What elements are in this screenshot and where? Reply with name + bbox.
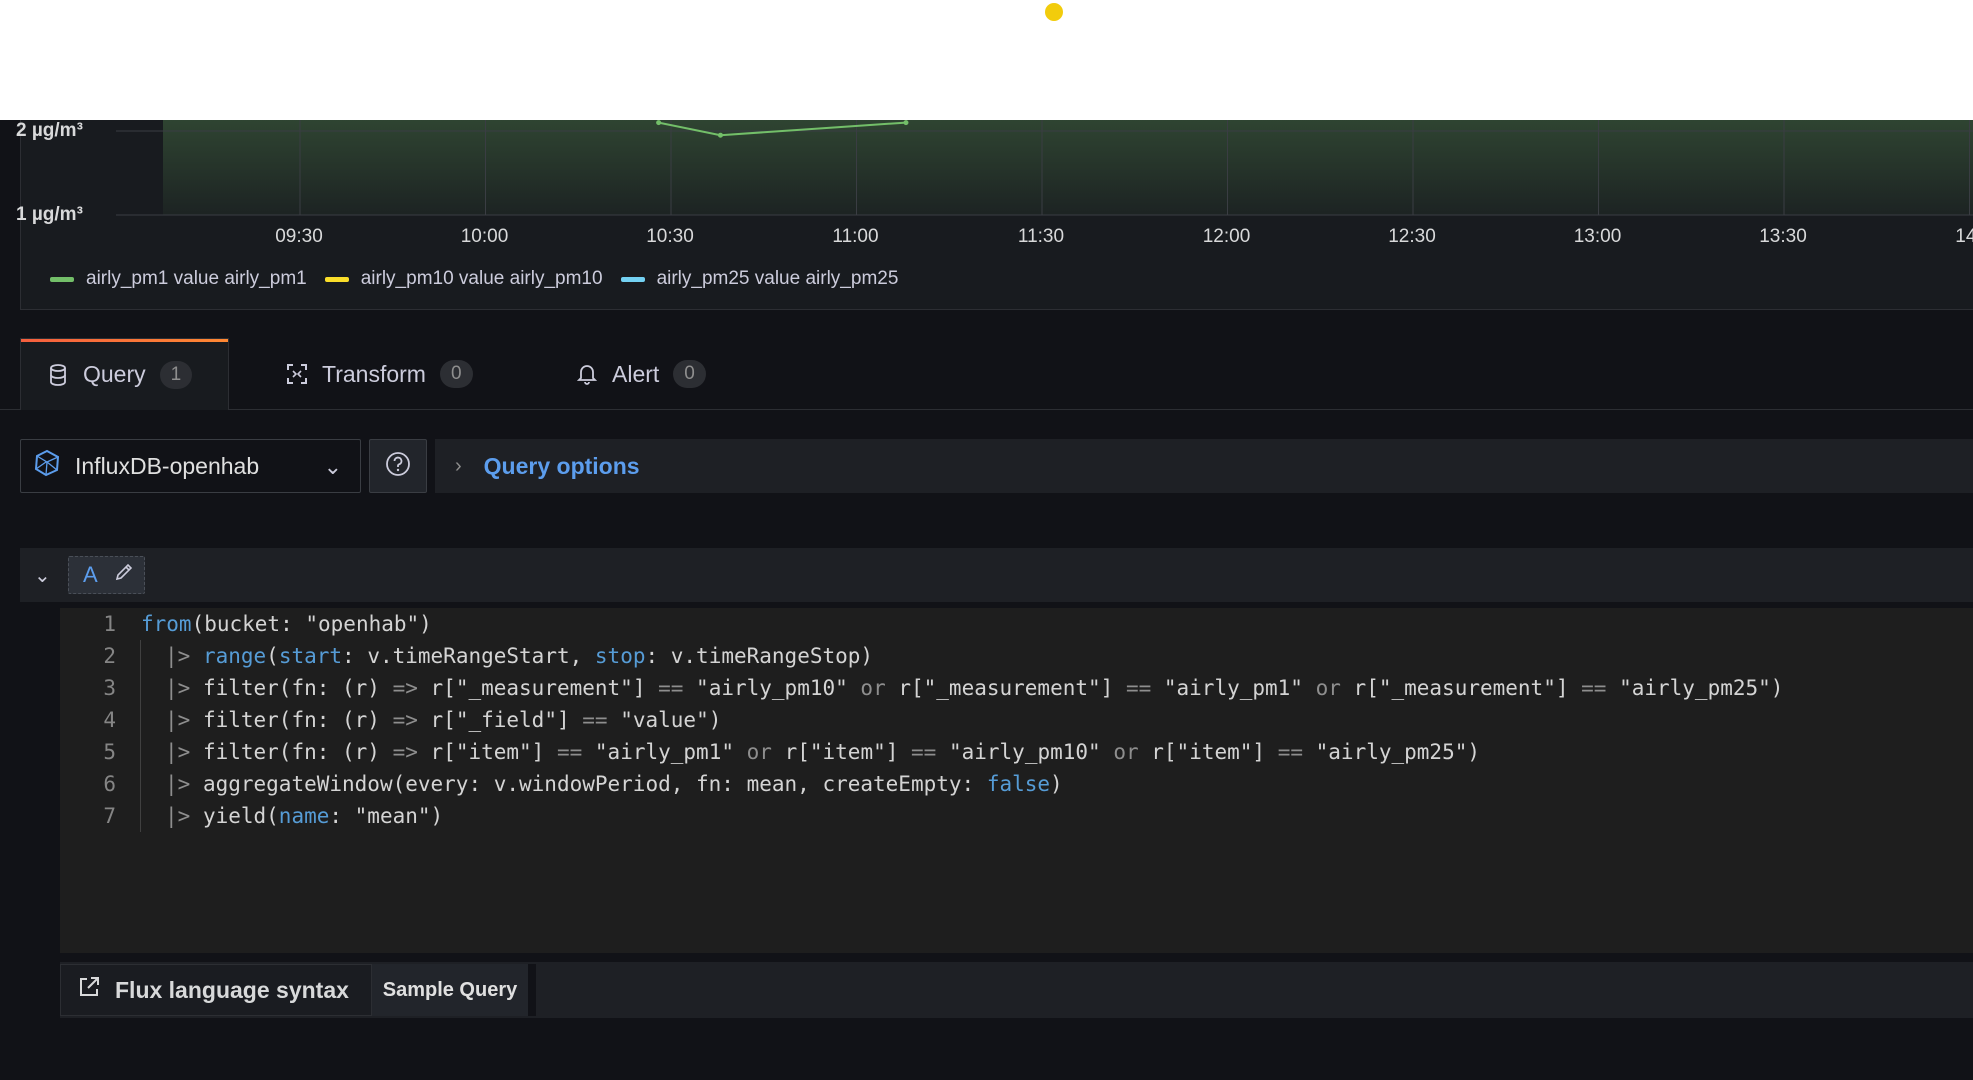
indent-guide bbox=[140, 640, 141, 832]
legend-swatch bbox=[50, 276, 74, 282]
flux-link-label: Flux language syntax bbox=[115, 976, 349, 1003]
flux-syntax-link[interactable]: Flux language syntax bbox=[60, 964, 372, 1016]
line-number: 7 bbox=[103, 804, 116, 828]
x-tick-label: 14: bbox=[1955, 226, 1973, 247]
x-tick-label: 10:30 bbox=[646, 226, 694, 247]
legend-label: airly_pm10 value airly_pm10 bbox=[360, 268, 603, 289]
code-line: 3 |> filter(fn: (r) => r["_measurement"]… bbox=[60, 672, 1783, 704]
line-number: 5 bbox=[103, 740, 116, 764]
x-tick-label: 10:00 bbox=[460, 226, 509, 247]
tab-transform[interactable]: Transform 0 bbox=[260, 338, 499, 410]
series-point bbox=[717, 132, 723, 138]
tab-alert[interactable]: Alert 0 bbox=[550, 338, 732, 410]
chevron-down-icon[interactable]: ⌄ bbox=[34, 563, 54, 588]
chevron-down-icon: ⌄ bbox=[323, 454, 342, 479]
query-options-label: Query options bbox=[483, 452, 640, 479]
query-refid-editor[interactable]: A bbox=[68, 556, 145, 594]
x-tick-label: 13:00 bbox=[1573, 226, 1622, 247]
line-number: 6 bbox=[103, 772, 116, 796]
database-icon bbox=[47, 363, 69, 386]
y-tick-label: 1 µg/m³ bbox=[16, 204, 83, 225]
cursor-indicator-dot bbox=[1045, 3, 1063, 21]
series-area-fill bbox=[163, 120, 1973, 215]
code-text: |> range(start: v.timeRangeStart, stop: … bbox=[165, 644, 874, 668]
tab-count-badge: 0 bbox=[673, 360, 706, 388]
editor-tabs: Query 1 Transform 0 Alert 0 bbox=[0, 338, 1973, 410]
legend-item[interactable]: airly_pm25 value airly_pm25 bbox=[620, 268, 899, 290]
x-tick-label: 09:30 bbox=[275, 226, 323, 247]
tab-label: Query bbox=[83, 361, 146, 387]
editor-footer: Flux language syntax Sample Query bbox=[60, 962, 1973, 1018]
x-tick-label: 12:00 bbox=[1202, 226, 1251, 247]
footer-separator bbox=[528, 964, 536, 1016]
tab-query[interactable]: Query 1 bbox=[20, 338, 229, 410]
datasource-help-button[interactable] bbox=[369, 439, 427, 493]
question-circle-icon bbox=[385, 451, 411, 482]
code-line: 4 |> filter(fn: (r) => r["_field"] == "v… bbox=[60, 704, 721, 736]
query-row-header: ⌄ A bbox=[20, 548, 1973, 602]
code-line: 2 |> range(start: v.timeRangeStart, stop… bbox=[60, 640, 873, 672]
tab-label: Transform bbox=[322, 360, 426, 387]
legend-item[interactable]: airly_pm10 value airly_pm10 bbox=[324, 268, 603, 290]
legend-item[interactable]: airly_pm1 value airly_pm1 bbox=[50, 268, 307, 290]
code-text: |> aggregateWindow(every: v.windowPeriod… bbox=[165, 772, 1063, 796]
sample-query-button[interactable]: Sample Query bbox=[372, 964, 528, 1016]
tab-count-badge: 1 bbox=[159, 360, 193, 389]
line-number: 1 bbox=[103, 612, 116, 636]
line-number: 4 bbox=[103, 708, 116, 732]
code-text: |> filter(fn: (r) => r["_field"] == "val… bbox=[165, 708, 722, 732]
code-text: |> filter(fn: (r) => r["_measurement"] =… bbox=[165, 676, 1784, 700]
tab-label: Alert bbox=[612, 360, 660, 387]
external-link-icon bbox=[77, 975, 101, 1005]
influxdb-icon bbox=[33, 449, 61, 483]
bell-icon bbox=[576, 363, 598, 385]
x-tick-label: 12:30 bbox=[1388, 226, 1436, 247]
flux-code-editor[interactable]: 1 from(bucket: "openhab") 2 |> range(sta… bbox=[60, 608, 1973, 953]
line-number: 3 bbox=[103, 676, 116, 700]
legend-swatch bbox=[620, 276, 645, 282]
code-line: 7 |> yield(name: "mean") bbox=[60, 800, 443, 832]
x-tick-label: 11:30 bbox=[1017, 226, 1065, 247]
transform-icon bbox=[286, 363, 308, 385]
datasource-picker[interactable]: InfluxDB-openhab ⌄ bbox=[20, 439, 361, 493]
tab-count-badge: 0 bbox=[439, 360, 473, 388]
top-white-area bbox=[0, 0, 1973, 120]
x-tick-label: 11:00 bbox=[832, 226, 879, 247]
x-tick-label: 13:30 bbox=[1759, 226, 1807, 247]
series-point bbox=[656, 120, 662, 126]
code-line: 6 |> aggregateWindow(every: v.windowPeri… bbox=[60, 768, 1062, 800]
line-number: 2 bbox=[103, 644, 116, 668]
query-options-toggle[interactable]: › Query options bbox=[435, 439, 1973, 493]
code-text: from(bucket: "openhab") bbox=[141, 612, 432, 636]
legend-swatch bbox=[324, 276, 349, 282]
chart-legend: airly_pm1 value airly_pm1 airly_pm10 val… bbox=[50, 268, 898, 290]
legend-label: airly_pm1 value airly_pm1 bbox=[86, 268, 307, 289]
datasource-name: InfluxDB-openhab bbox=[75, 452, 260, 479]
series-point bbox=[903, 120, 909, 126]
legend-label: airly_pm25 value airly_pm25 bbox=[656, 268, 899, 289]
query-refid: A bbox=[83, 562, 98, 587]
y-tick-label: 2 µg/m³ bbox=[16, 120, 83, 141]
code-line: 1 from(bucket: "openhab") bbox=[60, 608, 431, 640]
code-text: |> filter(fn: (r) => r["item"] == "airly… bbox=[165, 740, 1481, 764]
code-text: |> yield(name: "mean") bbox=[165, 804, 444, 828]
pencil-icon[interactable] bbox=[114, 562, 134, 588]
chevron-right-icon: › bbox=[455, 454, 462, 477]
code-line: 5 |> filter(fn: (r) => r["item"] == "air… bbox=[60, 736, 1480, 768]
